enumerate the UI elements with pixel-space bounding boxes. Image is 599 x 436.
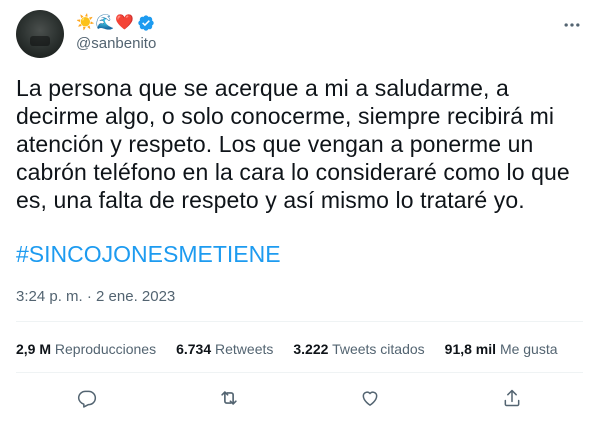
like-icon[interactable] [352, 380, 388, 416]
retweet-icon[interactable] [211, 380, 247, 416]
display-name[interactable]: ☀️ 🌊 ❤️ [76, 13, 155, 33]
avatar[interactable] [16, 10, 64, 58]
likes-stat[interactable]: 91,8 mil Me gusta [445, 339, 558, 359]
likes-count: 91,8 mil [444, 341, 497, 357]
retweets-label: Retweets [215, 341, 274, 357]
reply-icon[interactable] [69, 380, 105, 416]
quote-tweets-label: Tweets citados [332, 341, 425, 357]
retweets-stat[interactable]: 6.734 Retweets [176, 339, 273, 359]
share-icon[interactable] [494, 380, 530, 416]
wave-emoji: 🌊 [95, 14, 115, 31]
tweet-timestamp[interactable]: 3:24 p. m. · 2 ene. 2023 [16, 287, 175, 307]
verified-badge-icon [137, 14, 155, 32]
action-bar [16, 380, 583, 416]
divider [16, 321, 583, 322]
engagement-stats: 2,9 M Reproducciones 6.734 Retweets 3.22… [16, 337, 578, 361]
quote-tweets-count: 3.222 [293, 341, 329, 357]
sun-emoji: ☀️ [76, 14, 95, 31]
tweet-header: ☀️ 🌊 ❤️ @sanbenito [16, 10, 583, 60]
heart-emoji: ❤️ [115, 14, 135, 31]
tweet-card: ☀️ 🌊 ❤️ @sanbenito La persona que se ace… [0, 0, 599, 436]
divider [16, 372, 583, 373]
quote-tweets-stat[interactable]: 3.222 Tweets citados [293, 339, 424, 359]
user-handle[interactable]: @sanbenito [76, 34, 156, 54]
views-count: 2,9 M [16, 341, 52, 357]
views-stat[interactable]: 2,9 M Reproducciones [16, 339, 156, 359]
views-label: Reproducciones [54, 341, 157, 357]
retweets-count: 6.734 [176, 341, 212, 357]
likes-label: Me gusta [499, 341, 558, 357]
hashtag-link[interactable]: #SINCOJONESMETIENE [16, 240, 281, 268]
more-options-icon[interactable] [561, 14, 583, 36]
tweet-text: La persona que se acerque a mi a saludar… [16, 75, 570, 213]
